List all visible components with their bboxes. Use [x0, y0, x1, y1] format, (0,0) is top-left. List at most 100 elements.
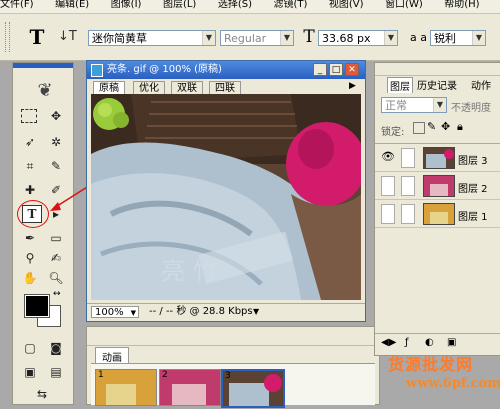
- opacity-label: 不透明度: [451, 103, 491, 114]
- zoom-select[interactable]: 100% ▼: [91, 306, 139, 318]
- menu-image[interactable]: 图像(I): [111, 0, 142, 10]
- visibility-toggle[interactable]: [381, 204, 395, 224]
- layers-list: 👁︎ 图层 3 图层 2 图层 1: [375, 143, 500, 234]
- screen-mode-icon[interactable]: ▣: [19, 363, 41, 381]
- menu-help[interactable]: 帮助(H): [444, 0, 479, 10]
- layer-name[interactable]: 图层 3: [458, 152, 488, 167]
- magic-wand-tool-icon[interactable]: ✲: [45, 133, 67, 151]
- full-screen-mode-icon[interactable]: ▤: [45, 363, 67, 381]
- lock-all-icon[interactable]: 🔒︎: [457, 120, 463, 134]
- antialias-value: 锐利: [434, 32, 456, 45]
- close-button[interactable]: ✕: [345, 63, 359, 76]
- animation-frame[interactable]: 2: [159, 369, 221, 406]
- document-window[interactable]: 亮条. gif @ 100% (原稿) _ □ ✕ 原稿 优化 双联 四联 ▶: [86, 60, 366, 322]
- toolbox-header: [13, 63, 73, 68]
- link-layers-icon[interactable]: ◀▶: [381, 337, 396, 348]
- font-size-select[interactable]: 33.68 px ▼: [318, 30, 398, 46]
- menu-layer[interactable]: 图层(L): [163, 0, 196, 10]
- lock-image-icon[interactable]: ✎: [427, 120, 436, 133]
- animation-frame[interactable]: 1: [95, 369, 157, 406]
- foreground-color-swatch[interactable]: [24, 294, 50, 318]
- shape-tool-icon[interactable]: ▭: [45, 229, 67, 247]
- tab-actions[interactable]: 动作: [471, 77, 491, 92]
- type-tool-preset-icon[interactable]: T: [24, 24, 50, 50]
- menu-edit[interactable]: 编辑(E): [55, 0, 89, 10]
- font-family-select[interactable]: 迷你简黄草 ▼: [88, 30, 216, 46]
- canvas-image[interactable]: 亮 竹: [91, 94, 361, 300]
- eyedropper-tool-icon[interactable]: ⚲: [19, 249, 41, 267]
- document-status-bar: 100% ▼ -- / -- 秒 @ 28.8 Kbps ▼: [87, 303, 365, 320]
- menu-select[interactable]: 选择(S): [218, 0, 252, 10]
- antialias-select[interactable]: 锐利 ▼: [430, 30, 486, 46]
- minimize-button[interactable]: _: [313, 63, 327, 76]
- font-size-icon: T: [303, 27, 315, 47]
- tab-2up[interactable]: 双联: [171, 81, 203, 95]
- zoom-value: 100%: [95, 307, 124, 318]
- chevron-down-icon: ▼: [433, 98, 446, 112]
- watermark-url: www.6pf.com: [406, 376, 500, 391]
- pen-tool-icon[interactable]: ✒: [19, 229, 41, 247]
- layer-thumbnail: [423, 175, 455, 197]
- layer-thumbnail: [423, 147, 455, 169]
- tab-optimized[interactable]: 优化: [133, 81, 165, 95]
- jump-to-imageready-icon[interactable]: ⇆: [31, 385, 53, 403]
- font-style-select[interactable]: Regular ▼: [220, 30, 294, 46]
- eye-icon[interactable]: 👁︎: [381, 150, 395, 163]
- layers-footer: ◀▶ ƒ ◐ ▣: [375, 333, 500, 354]
- layers-panel-header: [375, 63, 500, 76]
- layer-name[interactable]: 图层 1: [458, 208, 488, 223]
- options-grip: [5, 22, 10, 52]
- panel-options-icon[interactable]: ▶: [349, 81, 356, 91]
- menu-view[interactable]: 视图(V): [329, 0, 364, 10]
- animation-frame[interactable]: 3: [221, 369, 285, 408]
- layer-style-icon[interactable]: ƒ: [405, 337, 409, 348]
- lasso-tool-icon[interactable]: ➶: [19, 133, 41, 151]
- new-layer-icon[interactable]: ◐: [425, 337, 434, 348]
- quick-mask-mode-icon[interactable]: ◙: [45, 339, 67, 357]
- menu-bar: 文件(F) 编辑(E) 图像(I) 图层(L) 选择(S) 滤镜(T) 视图(V…: [0, 0, 500, 14]
- lock-transparent-icon[interactable]: [413, 122, 425, 134]
- healing-brush-tool-icon[interactable]: ✚: [19, 181, 41, 199]
- link-toggle[interactable]: [401, 176, 415, 196]
- layer-thumbnail: [423, 203, 455, 225]
- toggle-orientation-icon[interactable]: ↓T: [58, 28, 77, 46]
- layer-row[interactable]: 图层 2: [375, 172, 500, 200]
- maximize-button[interactable]: □: [329, 63, 343, 76]
- blend-mode-value: 正常: [385, 99, 407, 112]
- status-menu-icon[interactable]: ▼: [253, 304, 259, 320]
- zoom-tool-icon[interactable]: 🔍︎: [45, 269, 67, 287]
- crop-tool-icon[interactable]: ⌗: [19, 157, 41, 175]
- swap-colors-icon[interactable]: ↔: [53, 289, 61, 299]
- tab-original[interactable]: 原稿: [93, 81, 125, 95]
- antialias-icon: a a: [410, 31, 427, 44]
- standard-mode-icon[interactable]: ▢: [19, 339, 41, 357]
- blend-mode-select[interactable]: 正常 ▼: [381, 97, 447, 113]
- frame-thumbnail: [160, 370, 220, 405]
- lock-position-icon[interactable]: ✥: [441, 120, 450, 133]
- layer-row[interactable]: 👁︎ 图层 3: [375, 144, 500, 172]
- lock-label: 锁定:: [381, 127, 405, 138]
- visibility-toggle[interactable]: [381, 176, 395, 196]
- tab-history[interactable]: 历史记录: [417, 77, 457, 92]
- layer-row[interactable]: 图层 1: [375, 200, 500, 228]
- watermark: 货源批发网 www.6pf.com: [388, 355, 500, 403]
- menu-file[interactable]: 文件(F): [0, 0, 34, 10]
- menu-window[interactable]: 窗口(W): [385, 0, 423, 10]
- link-toggle[interactable]: [401, 204, 415, 224]
- toolbox: ❦ ✥ ➶ ✲ ⌗ ✎ ✚ ✐ T ▸ ✒ ▭ ⚲ ✍ ✋ 🔍︎ ↔ ▢ ◙ ▣…: [12, 62, 74, 405]
- menu-filter[interactable]: 滤镜(T): [273, 0, 307, 10]
- tab-layers[interactable]: 图层: [387, 77, 413, 93]
- move-tool-icon[interactable]: ✥: [45, 107, 67, 125]
- layer-name[interactable]: 图层 2: [458, 180, 488, 195]
- notes-tool-icon[interactable]: ✍: [45, 249, 67, 267]
- tab-4up[interactable]: 四联: [209, 81, 241, 95]
- document-title-bar[interactable]: 亮条. gif @ 100% (原稿) _ □ ✕: [87, 61, 365, 79]
- layer-mask-icon[interactable]: ▣: [447, 337, 456, 348]
- chevron-down-icon: ▼: [130, 309, 136, 317]
- chevron-down-icon: ▼: [202, 31, 215, 45]
- link-toggle[interactable]: [401, 148, 415, 168]
- hand-tool-icon[interactable]: ✋: [19, 269, 41, 287]
- photoshop-feather-icon[interactable]: ❦: [31, 80, 59, 102]
- slice-tool-icon[interactable]: ✎: [45, 157, 67, 175]
- marquee-tool-icon[interactable]: [21, 109, 37, 123]
